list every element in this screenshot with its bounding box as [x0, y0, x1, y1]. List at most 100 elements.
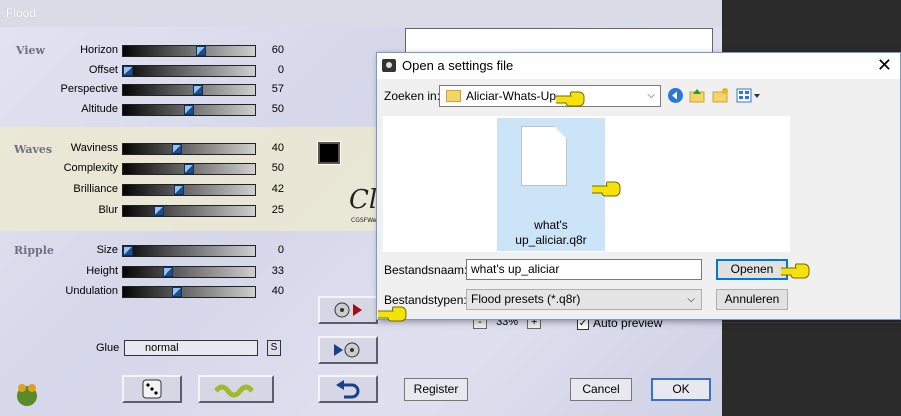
- slider-label: Altitude: [81, 103, 118, 115]
- blur-slider[interactable]: [122, 205, 256, 217]
- glue-label: Glue: [96, 342, 120, 354]
- frog-logo-icon: [17, 384, 37, 406]
- dialog-titlebar: Open a settings file ✕: [377, 53, 900, 79]
- slider-label: Brilliance: [73, 183, 118, 195]
- slider-row-undulation: Undulation 40: [0, 285, 290, 299]
- dialog-title: Open a settings file: [402, 58, 514, 73]
- undulation-slider[interactable]: [122, 286, 256, 298]
- slider-value: 33: [271, 265, 284, 277]
- pointing-hand-icon: [781, 263, 810, 279]
- new-folder-icon[interactable]: [712, 87, 729, 104]
- glue-select[interactable]: normal: [124, 340, 258, 356]
- filetype-value: Flood presets (*.q8r): [471, 292, 581, 306]
- slider-row-waviness: Waviness 40: [0, 142, 290, 156]
- slider-label: Size: [96, 244, 118, 256]
- slider-value: 60: [271, 44, 284, 56]
- offset-slider[interactable]: [122, 65, 256, 77]
- chevron-down-icon: ⌵: [647, 90, 655, 101]
- file-list: what's up_aliciar.q8r: [383, 116, 790, 252]
- close-icon[interactable]: ✕: [877, 55, 892, 75]
- slider-thumb[interactable]: [193, 85, 203, 95]
- file-item[interactable]: what's up_aliciar.q8r: [497, 118, 605, 251]
- slider-value: 50: [271, 162, 284, 174]
- up-folder-icon[interactable]: [689, 87, 706, 104]
- slider-thumb[interactable]: [163, 267, 173, 277]
- slider-thumb[interactable]: [174, 185, 184, 195]
- filename-input[interactable]: what's up_aliciar: [466, 259, 702, 280]
- window-title: Flood: [0, 0, 722, 27]
- slider-label: Waviness: [70, 142, 118, 154]
- folder-icon: [446, 90, 461, 102]
- slider-row-complexity: Complexity 50: [0, 162, 290, 176]
- slider-label: Horizon: [80, 44, 118, 56]
- slider-row-brilliance: Brilliance 42: [0, 183, 290, 197]
- slider-value: 0: [277, 64, 284, 76]
- wave-icon: [214, 384, 254, 398]
- dice-icon: [142, 379, 162, 399]
- filetype-select[interactable]: Flood presets (*.q8r) ⌵: [466, 289, 702, 310]
- slider-thumb[interactable]: [172, 287, 182, 297]
- pointing-hand-icon: [378, 306, 407, 322]
- waviness-slider[interactable]: [122, 143, 256, 155]
- camera-icon: [382, 59, 396, 72]
- file-name-line1: what's: [534, 218, 568, 232]
- glue-s-button[interactable]: S: [267, 340, 281, 356]
- horizon-slider[interactable]: [122, 45, 256, 57]
- reset-button[interactable]: [318, 375, 378, 403]
- size-slider[interactable]: [122, 245, 256, 257]
- undo-arrow-icon: [336, 380, 360, 399]
- slider-thumb[interactable]: [154, 206, 164, 216]
- load-preset-icon: [334, 302, 362, 318]
- chevron-down-icon: ⌵: [687, 294, 695, 305]
- slider-value: 40: [271, 285, 284, 297]
- slider-thumb[interactable]: [184, 105, 194, 115]
- perspective-slider[interactable]: [122, 84, 256, 96]
- complexity-slider[interactable]: [122, 163, 256, 175]
- back-icon[interactable]: [667, 87, 684, 104]
- altitude-slider[interactable]: [122, 104, 256, 116]
- slider-thumb[interactable]: [123, 66, 133, 76]
- slider-thumb[interactable]: [123, 246, 133, 256]
- slider-row-height: Height 33: [0, 265, 290, 279]
- slider-row-perspective: Perspective 57: [0, 83, 290, 97]
- slider-value: 57: [271, 83, 284, 95]
- slider-value: 0: [277, 244, 284, 256]
- random-button[interactable]: [122, 375, 182, 403]
- register-button[interactable]: Register: [404, 378, 468, 401]
- save-preset-icon: [334, 342, 360, 358]
- slider-label: Blur: [98, 204, 118, 216]
- slider-label: Complexity: [63, 162, 118, 174]
- look-in-select[interactable]: Aliciar-Whats-Up ⌵: [439, 85, 661, 107]
- view-menu-icon[interactable]: [736, 87, 762, 104]
- look-in-label: Zoeken in:: [384, 89, 441, 103]
- slider-thumb[interactable]: [172, 144, 182, 154]
- save-preset-button[interactable]: [318, 336, 378, 364]
- file-name-line2: up_aliciar.q8r: [515, 233, 587, 247]
- cancel-button[interactable]: Cancel: [570, 378, 632, 401]
- brilliance-slider[interactable]: [122, 184, 256, 196]
- pointing-hand-icon: [592, 181, 621, 197]
- slider-label: Offset: [88, 64, 118, 76]
- slider-value: 50: [271, 103, 284, 115]
- ok-button[interactable]: OK: [651, 378, 711, 401]
- filename-label: Bestandsnaam:: [384, 263, 468, 277]
- height-slider[interactable]: [122, 266, 256, 278]
- slider-value: 42: [271, 183, 284, 195]
- wave-color-swatch[interactable]: [317, 141, 341, 165]
- slider-value: 25: [271, 204, 284, 216]
- slider-label: Perspective: [60, 83, 118, 95]
- wave-button[interactable]: [198, 375, 274, 403]
- slider-row-altitude: Altitude 50: [0, 103, 290, 117]
- slider-row-offset: Offset 0: [0, 64, 290, 78]
- preview-area: [405, 28, 713, 54]
- open-button[interactable]: Openen: [716, 259, 788, 280]
- pointing-hand-icon: [556, 91, 585, 107]
- slider-row-horizon: Horizon 60: [0, 44, 290, 58]
- load-preset-button[interactable]: [318, 296, 378, 324]
- document-icon: [521, 126, 567, 186]
- dialog-cancel-button[interactable]: Annuleren: [716, 289, 788, 310]
- slider-label: Height: [86, 265, 118, 277]
- slider-row-size: Size 0: [0, 244, 290, 258]
- slider-thumb[interactable]: [196, 46, 206, 56]
- slider-thumb[interactable]: [184, 164, 194, 174]
